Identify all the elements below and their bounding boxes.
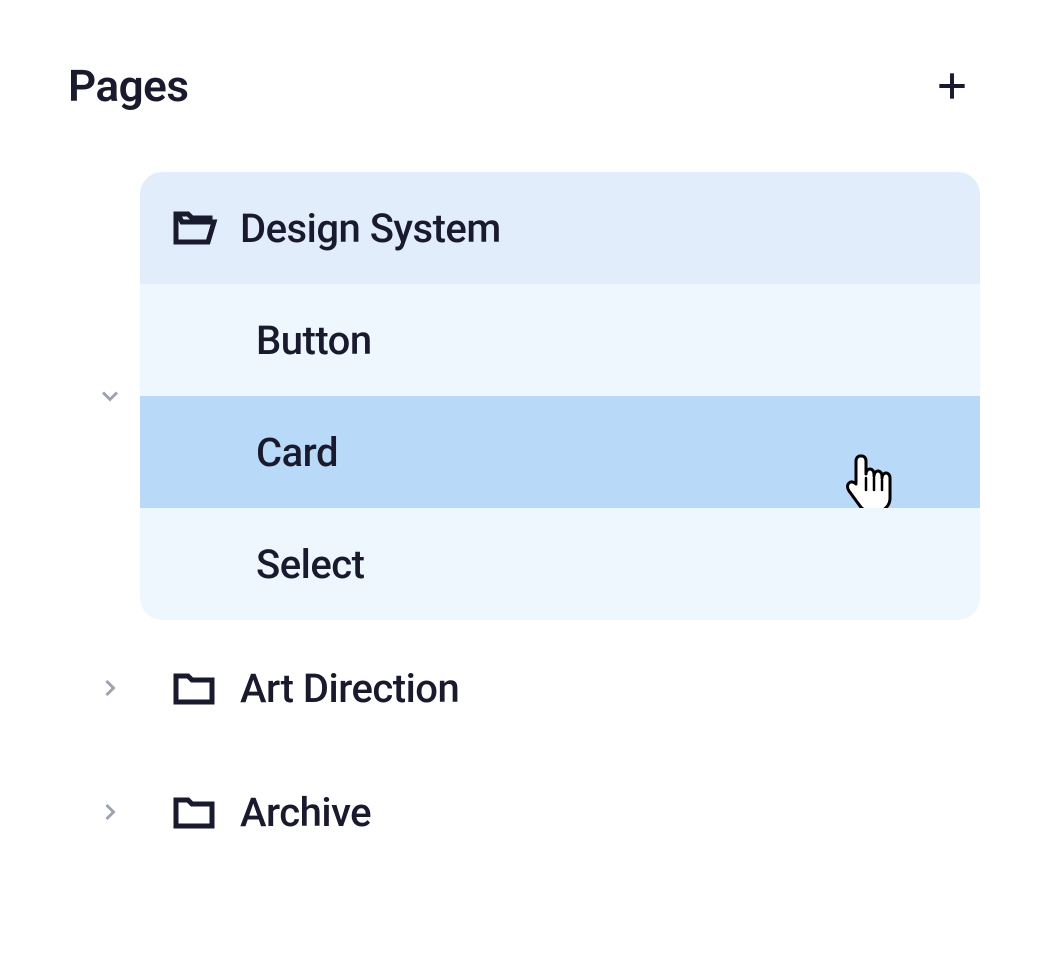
tree-group-art-direction: Art Direction: [80, 632, 980, 744]
chevron-right-icon: [96, 798, 124, 826]
add-page-button[interactable]: [932, 66, 972, 106]
tree-group-design-system: Design System Button Card: [80, 172, 980, 620]
folder-icon: [170, 788, 218, 836]
tree-item-label: Art Direction: [240, 665, 459, 712]
tree-item-card[interactable]: Card: [140, 396, 980, 508]
tree-item-label: Button: [256, 317, 372, 364]
tree-item-button[interactable]: Button: [140, 284, 980, 396]
expand-toggle-art-direction[interactable]: [80, 674, 140, 702]
folder-open-icon: [170, 204, 218, 252]
expand-toggle-design-system[interactable]: [80, 172, 140, 620]
tree-item-archive[interactable]: Archive: [140, 756, 980, 868]
plus-icon: [933, 67, 971, 105]
expand-toggle-archive[interactable]: [80, 798, 140, 826]
pages-tree: Design System Button Card: [60, 172, 980, 868]
tree-item-art-direction[interactable]: Art Direction: [140, 632, 980, 744]
tree-item-label: Design System: [240, 205, 501, 252]
pages-title: Pages: [68, 60, 188, 112]
chevron-right-icon: [96, 674, 124, 702]
tree-group-archive: Archive: [80, 756, 980, 868]
folder-icon: [170, 664, 218, 712]
pages-header: Pages: [60, 60, 980, 112]
tree-item-design-system[interactable]: Design System: [140, 172, 980, 284]
tree-item-label: Archive: [240, 789, 371, 836]
tree-item-label: Card: [256, 429, 338, 476]
tree-item-label: Select: [256, 541, 364, 588]
chevron-down-icon: [96, 382, 124, 410]
tree-item-select[interactable]: Select: [140, 508, 980, 620]
